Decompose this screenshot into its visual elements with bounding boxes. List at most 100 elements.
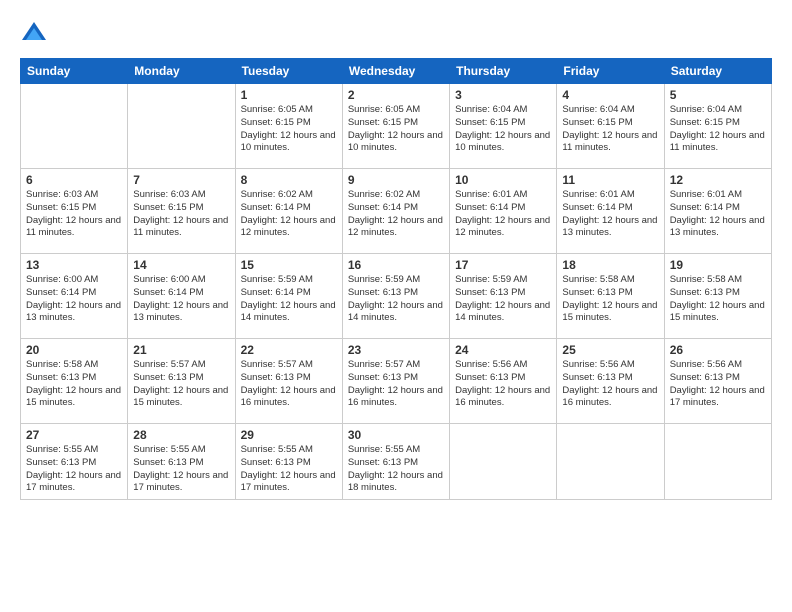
table-row: 20 Sunrise: 5:58 AMSunset: 6:13 PMDayligh… <box>21 339 128 424</box>
day-number: 8 <box>241 173 337 187</box>
day-number: 6 <box>26 173 122 187</box>
day-number: 1 <box>241 88 337 102</box>
day-number: 7 <box>133 173 229 187</box>
day-number: 9 <box>348 173 444 187</box>
table-row: 28 Sunrise: 5:55 AMSunset: 6:13 PMDayligh… <box>128 424 235 500</box>
col-saturday: Saturday <box>664 59 771 84</box>
col-tuesday: Tuesday <box>235 59 342 84</box>
table-row <box>128 84 235 169</box>
day-info: Sunrise: 5:57 AMSunset: 6:13 PMDaylight:… <box>133 359 229 410</box>
day-info: Sunrise: 6:04 AMSunset: 6:15 PMDaylight:… <box>455 104 551 155</box>
day-number: 24 <box>455 343 551 357</box>
day-number: 16 <box>348 258 444 272</box>
day-number: 13 <box>26 258 122 272</box>
day-info: Sunrise: 5:59 AMSunset: 6:13 PMDaylight:… <box>455 274 551 325</box>
day-number: 19 <box>670 258 766 272</box>
day-number: 25 <box>562 343 658 357</box>
table-row: 12 Sunrise: 6:01 AMSunset: 6:14 PMDayligh… <box>664 169 771 254</box>
table-row: 27 Sunrise: 5:55 AMSunset: 6:13 PMDayligh… <box>21 424 128 500</box>
day-number: 30 <box>348 428 444 442</box>
table-row: 25 Sunrise: 5:56 AMSunset: 6:13 PMDayligh… <box>557 339 664 424</box>
day-number: 14 <box>133 258 229 272</box>
page-header <box>20 15 772 48</box>
day-number: 22 <box>241 343 337 357</box>
day-number: 23 <box>348 343 444 357</box>
table-row <box>450 424 557 500</box>
table-row: 3 Sunrise: 6:04 AMSunset: 6:15 PMDaylight… <box>450 84 557 169</box>
table-row: 29 Sunrise: 5:55 AMSunset: 6:13 PMDayligh… <box>235 424 342 500</box>
col-friday: Friday <box>557 59 664 84</box>
day-number: 12 <box>670 173 766 187</box>
day-info: Sunrise: 6:04 AMSunset: 6:15 PMDaylight:… <box>562 104 658 155</box>
day-info: Sunrise: 5:58 AMSunset: 6:13 PMDaylight:… <box>670 274 766 325</box>
day-info: Sunrise: 5:57 AMSunset: 6:13 PMDaylight:… <box>348 359 444 410</box>
table-row: 6 Sunrise: 6:03 AMSunset: 6:15 PMDaylight… <box>21 169 128 254</box>
day-number: 29 <box>241 428 337 442</box>
day-info: Sunrise: 6:00 AMSunset: 6:14 PMDaylight:… <box>26 274 122 325</box>
day-number: 28 <box>133 428 229 442</box>
day-info: Sunrise: 6:02 AMSunset: 6:14 PMDaylight:… <box>348 189 444 240</box>
col-wednesday: Wednesday <box>342 59 449 84</box>
day-info: Sunrise: 6:05 AMSunset: 6:15 PMDaylight:… <box>348 104 444 155</box>
day-info: Sunrise: 5:55 AMSunset: 6:13 PMDaylight:… <box>133 444 229 495</box>
day-number: 21 <box>133 343 229 357</box>
day-number: 11 <box>562 173 658 187</box>
day-info: Sunrise: 5:58 AMSunset: 6:13 PMDaylight:… <box>562 274 658 325</box>
table-row: 18 Sunrise: 5:58 AMSunset: 6:13 PMDayligh… <box>557 254 664 339</box>
table-row: 21 Sunrise: 5:57 AMSunset: 6:13 PMDayligh… <box>128 339 235 424</box>
day-info: Sunrise: 6:04 AMSunset: 6:15 PMDaylight:… <box>670 104 766 155</box>
table-row: 22 Sunrise: 5:57 AMSunset: 6:13 PMDayligh… <box>235 339 342 424</box>
day-info: Sunrise: 5:56 AMSunset: 6:13 PMDaylight:… <box>670 359 766 410</box>
day-info: Sunrise: 6:00 AMSunset: 6:14 PMDaylight:… <box>133 274 229 325</box>
table-row: 9 Sunrise: 6:02 AMSunset: 6:14 PMDaylight… <box>342 169 449 254</box>
table-row: 5 Sunrise: 6:04 AMSunset: 6:15 PMDaylight… <box>664 84 771 169</box>
day-info: Sunrise: 5:59 AMSunset: 6:14 PMDaylight:… <box>241 274 337 325</box>
table-row: 13 Sunrise: 6:00 AMSunset: 6:14 PMDayligh… <box>21 254 128 339</box>
col-sunday: Sunday <box>21 59 128 84</box>
day-info: Sunrise: 5:58 AMSunset: 6:13 PMDaylight:… <box>26 359 122 410</box>
day-info: Sunrise: 5:59 AMSunset: 6:13 PMDaylight:… <box>348 274 444 325</box>
table-row: 24 Sunrise: 5:56 AMSunset: 6:13 PMDayligh… <box>450 339 557 424</box>
table-row: 10Sunrise: 6:01 AMSunset: 6:14 PMDayligh… <box>450 169 557 254</box>
day-number: 5 <box>670 88 766 102</box>
day-number: 2 <box>348 88 444 102</box>
table-row: 1 Sunrise: 6:05 AMSunset: 6:15 PMDaylight… <box>235 84 342 169</box>
day-number: 27 <box>26 428 122 442</box>
day-info: Sunrise: 6:05 AMSunset: 6:15 PMDaylight:… <box>241 104 337 155</box>
calendar-table: Sunday Monday Tuesday Wednesday Thursday… <box>20 58 772 500</box>
col-monday: Monday <box>128 59 235 84</box>
day-number: 10 <box>455 173 551 187</box>
day-info: Sunrise: 5:57 AMSunset: 6:13 PMDaylight:… <box>241 359 337 410</box>
table-row <box>21 84 128 169</box>
table-row: 7Sunrise: 6:03 AMSunset: 6:15 PMDaylight… <box>128 169 235 254</box>
logo <box>20 20 50 48</box>
table-row: 26 Sunrise: 5:56 AMSunset: 6:13 PMDayligh… <box>664 339 771 424</box>
day-info: Sunrise: 5:55 AMSunset: 6:13 PMDaylight:… <box>348 444 444 495</box>
table-row: 14 Sunrise: 6:00 AMSunset: 6:14 PMDayligh… <box>128 254 235 339</box>
table-row: 2 Sunrise: 6:05 AMSunset: 6:15 PMDaylight… <box>342 84 449 169</box>
col-thursday: Thursday <box>450 59 557 84</box>
day-number: 17 <box>455 258 551 272</box>
day-info: Sunrise: 6:01 AMSunset: 6:14 PMDaylight:… <box>670 189 766 240</box>
table-row: 15 Sunrise: 5:59 AMSunset: 6:14 PMDayligh… <box>235 254 342 339</box>
table-row: 8 Sunrise: 6:02 AMSunset: 6:14 PMDaylight… <box>235 169 342 254</box>
day-info: Sunrise: 5:56 AMSunset: 6:13 PMDaylight:… <box>562 359 658 410</box>
day-number: 26 <box>670 343 766 357</box>
day-info: Sunrise: 5:55 AMSunset: 6:13 PMDaylight:… <box>241 444 337 495</box>
table-row: 11 Sunrise: 6:01 AMSunset: 6:14 PMDayligh… <box>557 169 664 254</box>
logo-icon <box>20 20 48 48</box>
table-row: 23 Sunrise: 5:57 AMSunset: 6:13 PMDayligh… <box>342 339 449 424</box>
table-row <box>557 424 664 500</box>
table-row <box>664 424 771 500</box>
day-info: Sunrise: 5:56 AMSunset: 6:13 PMDaylight:… <box>455 359 551 410</box>
day-info: Sunrise: 6:01 AMSunset: 6:14 PMDaylight:… <box>562 189 658 240</box>
calendar-header-row: Sunday Monday Tuesday Wednesday Thursday… <box>21 59 772 84</box>
day-number: 3 <box>455 88 551 102</box>
day-number: 20 <box>26 343 122 357</box>
day-info: Sunrise: 5:55 AMSunset: 6:13 PMDaylight:… <box>26 444 122 495</box>
day-number: 18 <box>562 258 658 272</box>
day-info: Sunrise: 6:03 AMSunset: 6:15 PMDaylight:… <box>26 189 122 240</box>
day-number: 15 <box>241 258 337 272</box>
day-info: Sunrise: 6:02 AMSunset: 6:14 PMDaylight:… <box>241 189 337 240</box>
table-row: 19 Sunrise: 5:58 AMSunset: 6:13 PMDayligh… <box>664 254 771 339</box>
